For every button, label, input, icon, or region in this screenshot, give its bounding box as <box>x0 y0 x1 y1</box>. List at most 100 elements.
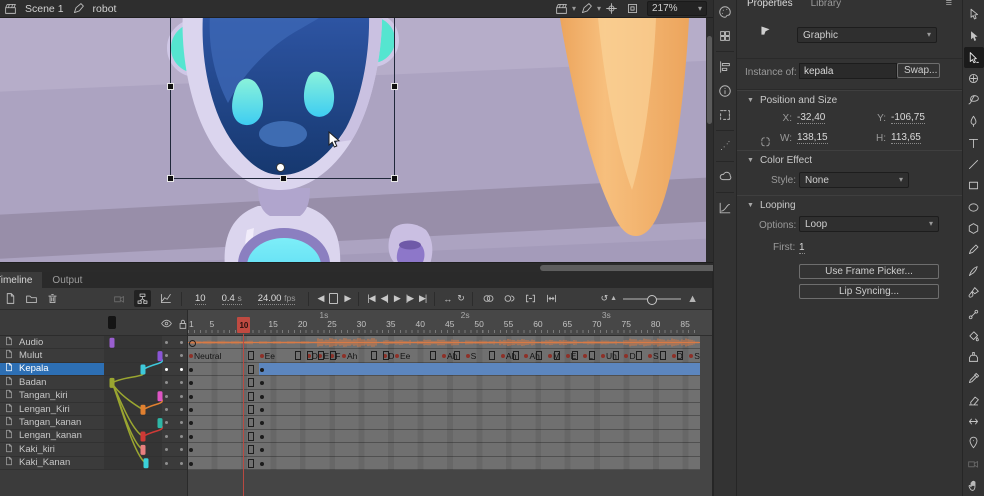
breadcrumb-symbol[interactable]: robot <box>93 3 117 15</box>
clip-content-button[interactable] <box>626 2 639 15</box>
frame-row-Kaki_Kanan[interactable] <box>188 457 700 470</box>
text-tool[interactable] <box>964 132 984 153</box>
zoom-level-select[interactable]: 217%▾ <box>647 1 707 16</box>
loop-playback-button[interactable]: ↻ <box>457 293 464 304</box>
orange-cone-shape[interactable] <box>560 18 689 236</box>
frame-rate-indicator[interactable]: 24.00 fps <box>258 293 296 305</box>
classic-brush-tool[interactable] <box>964 282 984 303</box>
delete-layer-button[interactable] <box>46 292 59 305</box>
looping-options-dropdown[interactable]: Loop▾ <box>799 216 939 232</box>
frame-row-Tangan_kanan[interactable] <box>188 416 700 429</box>
subselection-tool[interactable] <box>964 25 984 46</box>
onion-skin-button[interactable] <box>482 292 495 305</box>
motion-editor-panel-icon[interactable] <box>714 196 736 220</box>
selection-handle-bottom-center[interactable] <box>280 175 287 182</box>
frame-row-Lengan_kanan[interactable] <box>188 430 700 443</box>
frame-row-Badan[interactable] <box>188 376 700 389</box>
oval-tool[interactable] <box>964 197 984 218</box>
width-tool[interactable] <box>964 410 984 431</box>
selection-box[interactable] <box>170 18 395 179</box>
x-position-value[interactable]: -32,40 <box>797 112 825 124</box>
timeline-ruler[interactable]: 15101520253035404550556065707580851s2s3s <box>188 310 712 336</box>
timeline-zoom-slider[interactable] <box>623 298 681 300</box>
height-value[interactable]: 113,65 <box>891 132 921 144</box>
insert-marker-button[interactable] <box>329 293 338 304</box>
gradient-transform-tool[interactable] <box>964 68 984 89</box>
graph-editor-button[interactable] <box>159 292 172 305</box>
info-panel-icon[interactable] <box>714 79 736 103</box>
frame-row-Audio[interactable] <box>188 336 700 349</box>
frame-row-Kepala[interactable] <box>188 363 700 376</box>
free-transform-tool[interactable] <box>964 47 984 68</box>
tab-timeline[interactable]: Timeline <box>0 272 42 288</box>
rectangle-tool[interactable] <box>964 175 984 196</box>
step-back-button[interactable]: ◀ <box>317 293 323 304</box>
swap-button[interactable]: Swap... <box>897 63 940 78</box>
playhead-marker[interactable]: 10 <box>237 317 250 333</box>
cc-libraries-panel-icon[interactable] <box>714 165 736 189</box>
eraser-tool[interactable] <box>964 389 984 410</box>
play-button[interactable]: ▶ <box>394 293 400 304</box>
frame-row-Lengan_Kiri[interactable] <box>188 403 700 416</box>
stage-horizontal-scrollbar[interactable] <box>0 262 713 272</box>
stage-canvas[interactable] <box>0 18 713 262</box>
camera-toggle-button[interactable] <box>113 292 126 305</box>
bone-tool[interactable] <box>964 303 984 324</box>
ink-bottle-tool[interactable] <box>964 346 984 367</box>
selection-handle-bottom-right[interactable] <box>391 175 398 182</box>
frame-area[interactable]: 15101520253035404550556065707580851s2s3s… <box>188 310 712 496</box>
selection-handle-left[interactable] <box>167 83 174 90</box>
use-frame-picker-button[interactable]: Use Frame Picker... <box>799 264 939 279</box>
swatches-panel-icon[interactable] <box>714 24 736 48</box>
transformation-point[interactable] <box>276 163 285 172</box>
parenting-view-button[interactable] <box>134 290 151 307</box>
align-panel-icon[interactable] <box>714 55 736 79</box>
hand-tool[interactable] <box>964 475 984 496</box>
selection-handle-bottom-left[interactable] <box>167 175 174 182</box>
lip-syncing-button[interactable]: Lip Syncing... <box>799 284 939 299</box>
instance-name-field[interactable] <box>799 63 897 79</box>
pencil-tool[interactable] <box>964 239 984 260</box>
width-value[interactable]: 138,15 <box>797 132 828 144</box>
edit-multiple-frames-button[interactable] <box>524 292 537 305</box>
color-style-dropdown[interactable]: None▾ <box>799 172 909 188</box>
frame-row-Mulut[interactable]: NeutralEeDEFAhDEeAhSAhAhMELUhDSDS <box>188 349 700 362</box>
previous-frame-button[interactable]: ◀| <box>381 293 388 304</box>
paint-bucket-tool[interactable] <box>964 325 984 346</box>
lasso-tool[interactable] <box>964 90 984 111</box>
frame-row-Tangan_kiri[interactable] <box>188 390 700 403</box>
breadcrumb-scene[interactable]: Scene 1 <box>25 3 64 15</box>
panel-menu-icon[interactable]: ≡ <box>946 0 952 9</box>
step-forward-button[interactable]: ▶ <box>344 293 350 304</box>
color-panel-icon[interactable] <box>714 0 736 24</box>
tab-library[interactable]: Library <box>811 0 842 9</box>
pen-tool[interactable] <box>964 111 984 132</box>
lock-aspect-ratio-icon[interactable] <box>759 135 772 148</box>
center-playhead-button[interactable]: ↔ <box>443 294 451 304</box>
first-frame-value[interactable]: 1 <box>799 242 805 254</box>
frame-row-Kaki_kiri[interactable] <box>188 443 700 456</box>
new-folder-button[interactable] <box>25 292 38 305</box>
elapsed-time-indicator[interactable]: 0.4 s <box>222 293 242 305</box>
position-size-section-header[interactable]: ▼Position and Size <box>737 90 962 109</box>
color-effect-section-header[interactable]: ▼Color Effect <box>737 150 962 169</box>
transform-panel-icon[interactable] <box>714 103 736 127</box>
line-tool[interactable] <box>964 154 984 175</box>
polygon-tool[interactable] <box>964 218 984 239</box>
asset-warp-tool[interactable] <box>964 432 984 453</box>
center-stage-button[interactable] <box>605 2 618 15</box>
new-layer-button[interactable] <box>4 292 17 305</box>
camera-tool[interactable] <box>964 453 984 474</box>
tab-output[interactable]: Output <box>42 272 92 288</box>
eyedropper-tool[interactable] <box>964 368 984 389</box>
go-to-last-frame-button[interactable]: ▶| <box>419 293 426 304</box>
reset-timeline-zoom-button[interactable]: ↺ <box>601 293 608 304</box>
edit-scene-button[interactable] <box>555 2 568 15</box>
zoom-in-frames-icon[interactable]: ▲ <box>687 293 698 305</box>
symbol-type-dropdown[interactable]: Graphic▾ <box>797 27 937 43</box>
show-hide-all-layers-icon[interactable] <box>160 317 173 330</box>
stage-vertical-scrollbar[interactable] <box>706 18 713 262</box>
looping-section-header[interactable]: ▼Looping <box>737 195 962 214</box>
edit-symbols-button[interactable] <box>580 2 593 15</box>
tab-properties[interactable]: Properties <box>747 0 793 9</box>
